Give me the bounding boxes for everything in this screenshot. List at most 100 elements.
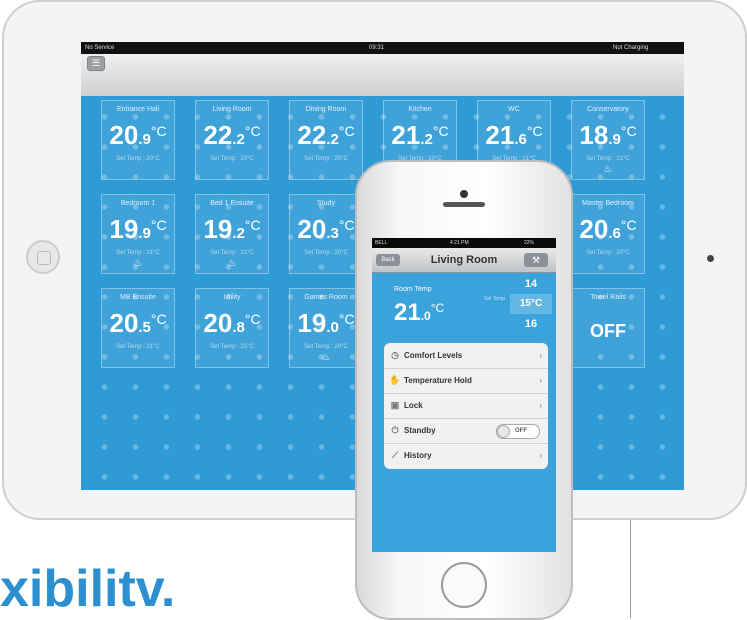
iphone-frame: BELL 4:21 PM 22% Back Living Room ⚒ Room…	[355, 160, 573, 620]
room-temp-label: Room Temp	[394, 286, 432, 293]
room-set-temp: Set Temp : 20°C	[304, 344, 348, 350]
room-temp: 20.9°C	[109, 120, 167, 150]
menu-item-comfort-levels[interactable]: ◷ Comfort Levels ›	[384, 343, 548, 369]
standby-toggle[interactable]: OFF	[496, 424, 540, 439]
room-tile[interactable]: Living Room 22.2°C Set Temp : 20°C	[195, 100, 269, 180]
room-temp: 20.8°C	[203, 308, 261, 338]
room-temp-value: 21.0°C	[394, 299, 445, 326]
room-temp: 20.6°C	[579, 214, 637, 244]
room-name: Study	[317, 200, 335, 207]
room-temp: 20.5°C	[109, 308, 167, 338]
room-name: Kitchen	[408, 106, 432, 113]
ipad-toolbar: ☰	[81, 54, 684, 96]
iphone-time: 4:21 PM	[450, 240, 469, 246]
iphone-camera	[460, 190, 468, 198]
room-tile[interactable]: Bed 1 Ensuite 19.2°C Set Temp : 21°C ♨	[195, 194, 269, 274]
room-set-temp: Set Temp : 21°C	[116, 250, 160, 256]
room-temp: 19.9°C	[109, 214, 167, 244]
ipad-camera	[707, 255, 714, 262]
room-set-temp: Set Temp : 20°C	[210, 156, 254, 162]
room-name: WC	[508, 106, 520, 113]
room-set-temp: Set Temp : 21°C	[586, 156, 630, 162]
room-temp: 21.6°C	[485, 120, 543, 150]
flame-icon: ♨	[603, 164, 613, 175]
chevron-right-icon: ›	[539, 401, 542, 410]
chevron-right-icon: ›	[539, 351, 542, 360]
set-temp-label: Set Temp	[484, 296, 506, 302]
picker-option[interactable]: 16	[510, 314, 552, 334]
room-tile[interactable]: Conservatory 18.9°C Set Temp : 21°C ♨	[571, 100, 645, 180]
page-title: Living Room	[430, 254, 498, 266]
room-tile[interactable]: Towel Rails OFF	[571, 288, 645, 368]
room-tile[interactable]: Utility 20.8°C Set Temp : 25°C	[195, 288, 269, 368]
menu-item-label: Temperature Hold	[404, 376, 472, 385]
room-temp-display: Room Temp 21.0°C	[394, 286, 494, 329]
flame-icon: ♨	[133, 258, 143, 269]
iphone-battery: 22%	[524, 240, 535, 246]
room-name: Master Bedroom	[582, 200, 634, 207]
flame-icon: ♨	[321, 352, 331, 363]
iphone-status-bar: BELL 4:21 PM 22%	[372, 238, 556, 248]
room-name: Games Room	[304, 294, 348, 301]
room-name: Utility	[223, 294, 241, 301]
room-name: Dining Room	[305, 106, 347, 113]
room-set-temp: Set Temp : 21°C	[116, 344, 160, 350]
room-name: Living Room	[212, 106, 252, 113]
room-set-temp: Set Temp : 21°C	[210, 250, 254, 256]
room-set-temp: Set Temp : 20°C	[304, 156, 348, 162]
picker-selected[interactable]: 15°C	[510, 294, 552, 314]
room-tile[interactable]: Bedroom 1 19.9°C Set Temp : 21°C ♨	[101, 194, 175, 274]
room-name: MB Ensuite	[120, 294, 156, 301]
room-name: Towel Rails	[590, 294, 626, 301]
towel-rails-status: OFF	[590, 321, 626, 341]
iphone-carrier: BELL	[375, 240, 388, 246]
room-name: Bed 1 Ensuite	[210, 200, 254, 207]
ipad-home-button[interactable]	[26, 240, 60, 274]
room-tile[interactable]: MB Ensuite 20.5°C Set Temp : 21°C	[101, 288, 175, 368]
back-button[interactable]: Back	[376, 254, 400, 266]
room-temp: 18.9°C	[579, 120, 637, 150]
room-tile[interactable]: Games Room 19.0°C Set Temp : 20°C ♨	[289, 288, 363, 368]
clock-icon: ◷	[391, 350, 399, 360]
chevron-right-icon: ›	[539, 376, 542, 385]
room-tile[interactable]: Study 20.3°C Set Temp : 20°C	[289, 194, 363, 274]
iphone-home-button[interactable]	[441, 562, 487, 608]
ipad-status-bar: No Service 09:31 Not Charging	[81, 42, 684, 54]
hand-icon: ✋	[389, 375, 401, 385]
chevron-right-icon: ›	[539, 451, 542, 460]
room-tile[interactable]: Dining Room 22.2°C Set Temp : 20°C	[289, 100, 363, 180]
menu-item-history[interactable]: ⟋ History ›	[384, 443, 548, 468]
chart-icon: ⟋	[391, 450, 399, 460]
room-set-temp: Set Temp : 25°C	[210, 344, 254, 350]
iphone-nav-bar: Back Living Room ⚒	[372, 248, 556, 273]
menu-item-temperature-hold[interactable]: ✋ Temperature Hold ›	[384, 368, 548, 394]
flame-icon: ♨	[227, 258, 237, 269]
room-tile[interactable]: Entrance Hall 20.9°C Set Temp : 20°C	[101, 100, 175, 180]
menu-item-label: Standby	[404, 426, 436, 435]
room-name: Bedroom 1	[120, 200, 156, 207]
room-set-temp: Set Temp : 20°C	[116, 156, 160, 162]
menu-item-label: Lock	[404, 401, 423, 410]
brand-text: xibilitv.	[0, 560, 176, 618]
power-icon: ⏻	[391, 425, 399, 435]
ipad-battery: Not Charging	[613, 45, 649, 51]
settings-menu: ◷ Comfort Levels › ✋ Temperature Hold › …	[384, 343, 548, 469]
room-temp: 20.3°C	[297, 214, 355, 244]
set-temp-picker[interactable]: 14 15°C 16	[510, 274, 552, 336]
menu-icon[interactable]: ☰	[87, 56, 105, 71]
menu-item-lock[interactable]: ▣ Lock ›	[384, 393, 548, 419]
room-temp: 19.0°C	[297, 308, 355, 338]
iphone-screen: BELL 4:21 PM 22% Back Living Room ⚒ Room…	[372, 238, 556, 552]
room-temp: 22.2°C	[297, 120, 355, 150]
ipad-carrier: No Service	[85, 45, 115, 51]
room-name: Conservatory	[587, 106, 629, 113]
menu-item-label: History	[404, 451, 432, 460]
wrench-icon[interactable]: ⚒	[524, 253, 548, 267]
ipad-time: 09:31	[369, 45, 385, 51]
room-set-temp: Set Temp : 20°C	[304, 250, 348, 256]
iphone-speaker	[443, 202, 485, 207]
picker-option[interactable]: 14	[510, 274, 552, 294]
room-temp: 22.2°C	[203, 120, 261, 150]
room-temp: 19.2°C	[203, 214, 261, 244]
room-tile[interactable]: Master Bedroom 20.6°C Set Temp : 20°C	[571, 194, 645, 274]
